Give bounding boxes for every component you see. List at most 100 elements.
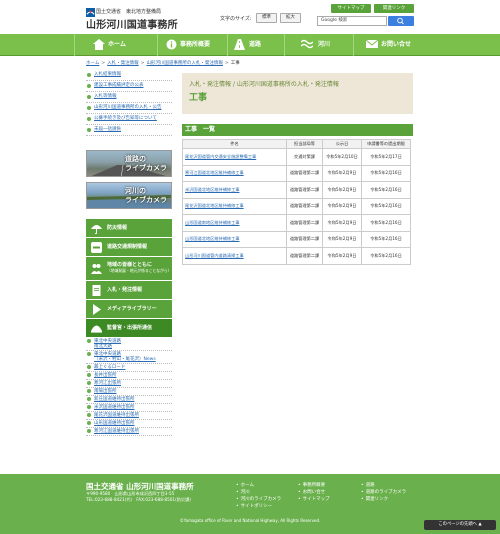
sublist-item-label[interactable]: 寒河江国道維持出張所	[94, 429, 139, 434]
sidebar-link[interactable]: 未届一括請負	[86, 125, 172, 136]
road-icon	[234, 39, 245, 50]
menu-label: 入札・発注情報	[107, 287, 143, 293]
sublist-item[interactable]: 山形国道維持出張所	[86, 420, 172, 428]
page-top-button[interactable]: このページの先頭へ ▲	[424, 520, 496, 530]
nav-contact-label: お問い合せ	[381, 41, 412, 48]
global-nav: ホーム 事務所概要 道路 河川 お問い合せ	[0, 34, 500, 56]
sublist-item-label[interactable]: 南陽出張所	[94, 389, 117, 394]
sidebar-link[interactable]: 山形河川国道事務所の入札・公告	[86, 103, 172, 114]
footer-link[interactable]: 河川のライブカメラ	[236, 496, 282, 502]
work-title-link[interactable]: 山形国道北地区維持補修工事	[185, 236, 239, 241]
nav-contact[interactable]: お問い合せ	[353, 34, 500, 56]
work-title-link[interactable]: 米沢国道北地区維持補修工事	[185, 187, 239, 192]
footer-link[interactable]: サイトポリシー	[236, 503, 273, 509]
menu-bidding[interactable]: 入札・発注情報	[86, 281, 172, 300]
menu-community[interactable]: 地域の皆様とともに （地域発展・地元が係ることながら）	[86, 257, 172, 281]
sidebar-link-label[interactable]: 建設工事成績評定の公表	[94, 83, 144, 88]
footer-link[interactable]: 道路のライブカメラ	[361, 489, 407, 495]
work-title-link[interactable]: 山形河川国道管内道路清掃工事	[185, 253, 244, 258]
breadcrumb-office-bidding[interactable]: 山形河川国道事務所の入札・発注情報	[146, 61, 223, 66]
sublist-item[interactable]: 南陽出張所	[86, 388, 172, 396]
sidebar-link[interactable]: 建設工事成績評定の公表	[86, 81, 172, 92]
cell-notice-date: 令和5年2月9日	[322, 247, 362, 265]
nav-home[interactable]: ホーム	[74, 34, 157, 56]
nav-road[interactable]: 道路	[227, 34, 284, 56]
footer-link[interactable]: 関連リンク	[361, 496, 389, 502]
cell-title: 山形河川国道管内道路清掃工事	[182, 247, 287, 265]
breadcrumb-bidding[interactable]: 入札・発注情報	[107, 61, 139, 66]
road-live-camera-banner[interactable]: 道路の ライブカメラ	[86, 150, 172, 177]
sublist-item[interactable]: 新庄国道維持出張所	[86, 396, 172, 404]
sidebar-link[interactable]: 入札等情報	[86, 92, 172, 103]
menu-label: 監督官・出張所通信	[107, 325, 153, 331]
nav-river[interactable]: 河川	[284, 34, 353, 56]
related-links-button[interactable]: 関連リンク	[374, 4, 414, 13]
document-icon	[92, 285, 101, 296]
cell-deadline: 令和5年2月17日	[361, 148, 411, 166]
sublist-item-label[interactable]: 東北中央道路 （米沢・村山・尾花沢）News	[94, 352, 156, 362]
sublist-item-label[interactable]: 尾花沢国道維持出張所	[94, 413, 139, 418]
nav-office[interactable]: 事務所概要	[157, 34, 227, 56]
info-icon	[166, 39, 177, 50]
sublist-item-label[interactable]: 長井出張所	[94, 373, 117, 378]
work-title-link[interactable]: 寒河江国道北地区維持補修工事	[185, 170, 244, 175]
menu-road-traffic[interactable]: 道路交通規制情報	[86, 238, 172, 257]
menu-supervisor-news[interactable]: 監督官・出張所通信	[86, 319, 172, 338]
sublist-item[interactable]: 米沢国道維持出張所	[86, 404, 172, 412]
work-title-link[interactable]: 山形国道南地区維持補修工事	[185, 220, 239, 225]
footer-link[interactable]: 河川	[236, 489, 250, 495]
text-size-standard-button[interactable]: 標準	[256, 13, 277, 23]
cell-deadline: 令和5年2月16日	[361, 164, 411, 182]
search-button[interactable]	[388, 16, 414, 26]
sublist-item-label[interactable]: 寒河江出張所	[94, 381, 121, 386]
sidebar-link-label[interactable]: 入札結果情報	[94, 72, 121, 77]
footer-link[interactable]: 事務所概要	[298, 482, 326, 488]
nav-river-label: 河川	[318, 41, 331, 48]
sidebar-link-label[interactable]: 未届一括請負	[94, 127, 121, 132]
footer-link[interactable]: お問い合せ	[298, 489, 326, 495]
cell-department: 道路管理第二課	[286, 181, 323, 199]
sidebar-link[interactable]: 公募手続き及び告知等について	[86, 114, 172, 125]
table-row: 山形国道南地区維持補修工事 道路管理第二課 令和5年2月9日 令和5年2月16日	[182, 214, 411, 232]
sublist-item-label[interactable]: 米沢国道維持出張所	[94, 405, 135, 410]
river-icon	[301, 39, 313, 49]
sublist-item-label[interactable]: 東北中央道路 南北大路	[94, 339, 121, 349]
sidebar-link-label[interactable]: 公募手続き及び告知等について	[94, 116, 157, 121]
sidebar-links: 入札結果情報 建設工事成績評定の公表 入札等情報 山形河川国道事務所の入札・公告…	[86, 70, 172, 136]
breadcrumb-home[interactable]: ホーム	[86, 61, 99, 66]
sublist-item-label[interactable]: 最上ぐるロード	[94, 365, 125, 370]
sidebar-link-label[interactable]: 山形河川国道事務所の入札・公告	[94, 105, 162, 110]
sublist-item[interactable]: 最上ぐるロード	[86, 364, 172, 372]
sidebar-link-label[interactable]: 入札等情報	[94, 94, 117, 99]
bullet-icon	[87, 373, 91, 377]
cell-deadline: 令和5年2月16日	[361, 214, 411, 232]
menu-label: 道路交通規制情報	[107, 244, 148, 250]
sublist-item[interactable]: 東北中央道路 （米沢・村山・尾花沢）News	[86, 351, 172, 364]
sitemap-button[interactable]: サイトマップ	[331, 4, 371, 13]
sublist-item[interactable]: 寒河江出張所	[86, 380, 172, 388]
sublist-item-label[interactable]: 新庄国道維持出張所	[94, 397, 135, 402]
cell-title: 寒河江国道北地区維持補修工事	[182, 164, 287, 182]
sublist-item[interactable]: 寒河江国道維持出張所	[86, 428, 172, 436]
sublist-item[interactable]: 尾花沢国道維持出張所	[86, 412, 172, 420]
menu-media-library[interactable]: メディアライブラリー	[86, 300, 172, 319]
footer-link[interactable]: サイトマップ	[298, 496, 330, 502]
work-title-link[interactable]: 尾花沢国道管内交通安全施設整備工事	[185, 154, 256, 159]
footer-link[interactable]: ホーム	[236, 482, 254, 488]
footer-link[interactable]: 道路	[361, 482, 375, 488]
search-input[interactable]: Google 検索	[317, 16, 387, 26]
river-live-camera-banner[interactable]: 河川の ライブカメラ	[86, 182, 172, 209]
text-size-large-button[interactable]: 拡大	[280, 13, 301, 23]
sublist-item-label[interactable]: 山形国道維持出張所	[94, 421, 135, 426]
cell-title: 尾花沢国道管内交通安全施設整備工事	[182, 148, 287, 166]
sublist-item[interactable]: 長井出張所	[86, 372, 172, 380]
office-name[interactable]: 山形河川国道事務所	[86, 16, 178, 31]
menu-label: 防災情報	[107, 225, 128, 231]
col-header-notice-date: 公示日	[322, 139, 362, 149]
col-header-deadline: 申請書等の提出期限	[361, 139, 411, 149]
work-title-link[interactable]: 尾花沢国道北地区維持補修工事	[185, 203, 244, 208]
menu-disaster-info[interactable]: 防災情報	[86, 219, 172, 238]
traffic-sign-icon	[91, 242, 102, 253]
sublist-item[interactable]: 東北中央道路 南北大路	[86, 338, 172, 351]
sidebar-link[interactable]: 入札結果情報	[86, 70, 172, 81]
